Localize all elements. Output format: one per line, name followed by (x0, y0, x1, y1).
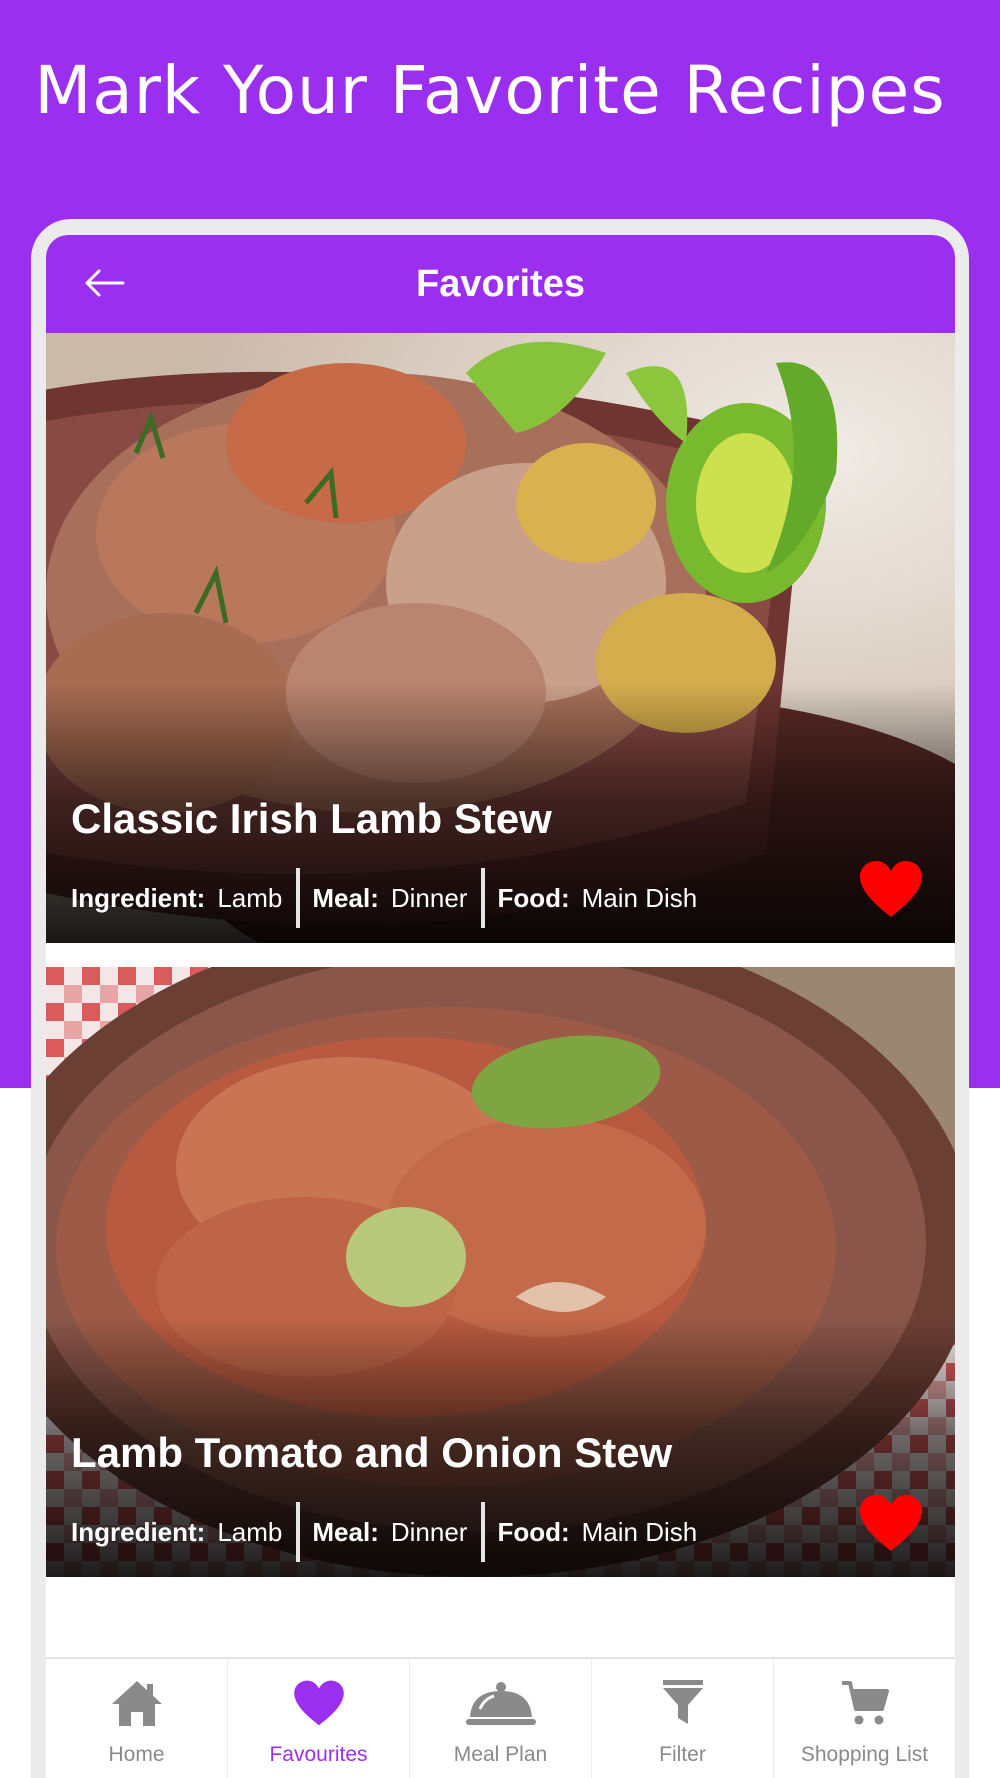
page-title: Favorites (416, 263, 585, 305)
cloche-icon (465, 1682, 536, 1725)
ingredient-value: Lamb (217, 1516, 283, 1547)
ingredient-value: Lamb (217, 882, 283, 913)
meal-value: Dinner (390, 882, 468, 913)
nav-label: Filter (659, 1743, 706, 1766)
meal-label: Meal: (312, 882, 379, 913)
heart-icon (293, 1680, 344, 1726)
heart-icon (860, 861, 922, 917)
app-bar: Favorites (46, 235, 955, 333)
food-value: Main Dish (581, 882, 698, 913)
nav-item-home[interactable]: Home (46, 1659, 228, 1778)
back-button[interactable] (82, 263, 126, 303)
filter-icon (662, 1680, 703, 1724)
meta-divider (296, 868, 301, 928)
recipe-title: Classic Irish Lamb Stew (71, 795, 552, 842)
meta-divider (481, 868, 486, 928)
headline: Mark Your Favorite Recipes (34, 52, 946, 129)
food-label: Food: (497, 1516, 570, 1547)
nav-item-favourites[interactable]: Favourites (228, 1659, 410, 1778)
recipe-meta: Ingredient: Lamb Meal: Dinner Food: Main… (71, 1502, 697, 1562)
favorite-button[interactable] (858, 859, 924, 919)
ingredient-label: Ingredient: (71, 882, 206, 913)
meta-divider (481, 1502, 486, 1562)
meta-divider (296, 1502, 301, 1562)
recipe-card[interactable]: Lamb Tomato and Onion Stew Ingredient: L… (46, 967, 955, 1577)
app-screen: Favorites Classic Irish Lamb Stew Ingred… (46, 235, 955, 1778)
nav-label: Favourites (269, 1743, 368, 1766)
favorite-button[interactable] (858, 1493, 924, 1553)
heart-icon (860, 1495, 922, 1551)
food-value: Main Dish (581, 1516, 698, 1547)
arrow-left-icon (85, 269, 125, 297)
home-icon (111, 1681, 162, 1726)
nav-item-filter[interactable]: Filter (592, 1659, 774, 1778)
recipe-title: Lamb Tomato and Onion Stew (71, 1429, 673, 1476)
bottom-navigation: Home Favourites Meal Plan Filter Shoppin… (46, 1657, 955, 1778)
recipe-card[interactable]: Classic Irish Lamb Stew Ingredient: Lamb… (46, 333, 955, 943)
nav-item-shopping-list[interactable]: Shopping List (774, 1659, 955, 1778)
meal-label: Meal: (312, 1516, 379, 1547)
nav-item-meal-plan[interactable]: Meal Plan (410, 1659, 592, 1778)
recipe-meta: Ingredient: Lamb Meal: Dinner Food: Main… (71, 868, 697, 928)
cart-icon (841, 1681, 889, 1725)
food-label: Food: (497, 882, 570, 913)
meal-value: Dinner (390, 1516, 468, 1547)
nav-label: Shopping List (800, 1743, 929, 1766)
nav-label: Home (108, 1743, 165, 1766)
nav-label: Meal Plan (453, 1743, 548, 1766)
ingredient-label: Ingredient: (71, 1516, 206, 1547)
